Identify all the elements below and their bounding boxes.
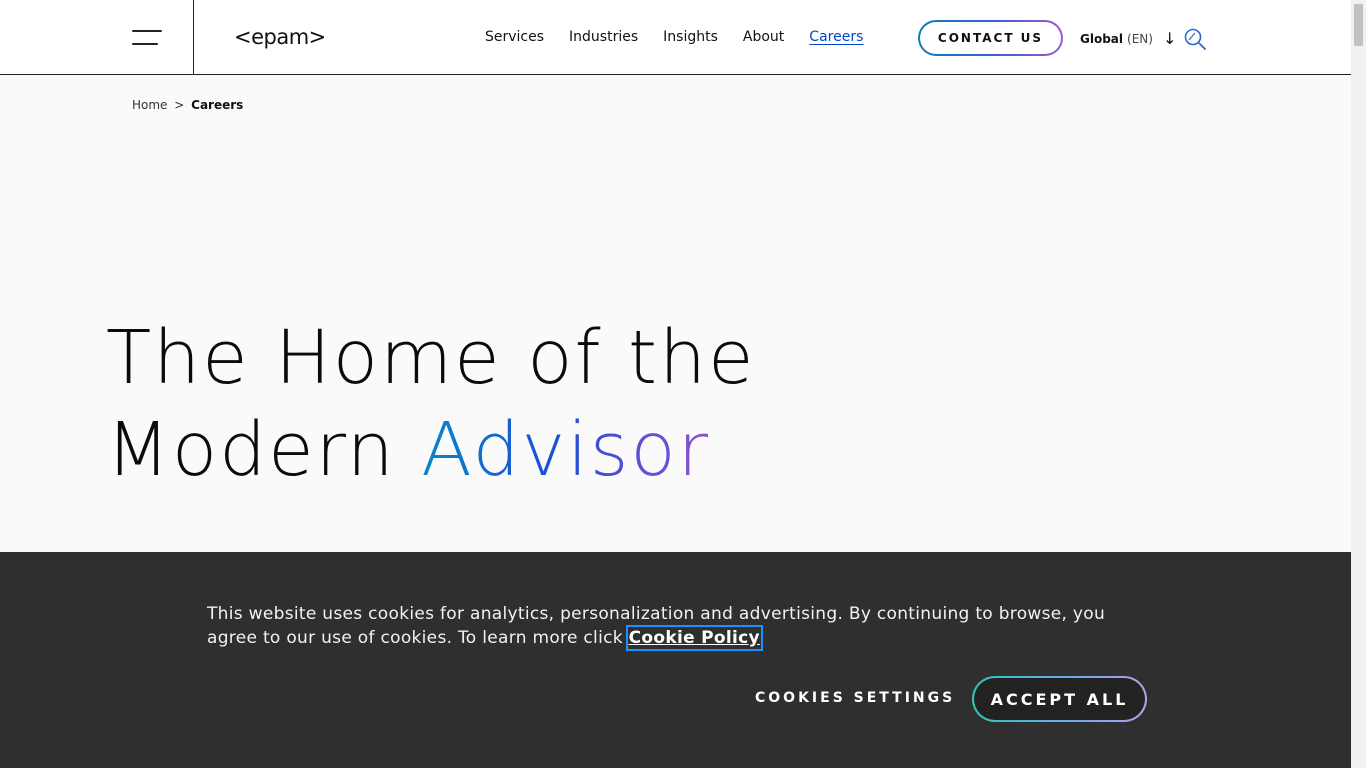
breadcrumb-separator: > bbox=[174, 98, 185, 112]
header-divider bbox=[193, 0, 194, 75]
nav-insights[interactable]: Insights bbox=[663, 27, 718, 47]
language-code: (EN) bbox=[1127, 31, 1153, 46]
menu-icon[interactable] bbox=[132, 30, 162, 46]
hero-line-2: Modern Advisor bbox=[106, 404, 756, 496]
cookie-message: This website uses cookies for analytics,… bbox=[207, 602, 1152, 651]
hero-accent-word: Advisor bbox=[421, 407, 711, 493]
search-icon[interactable] bbox=[1183, 27, 1207, 51]
nav-about[interactable]: About bbox=[743, 27, 784, 47]
arrow-down-icon: ↓ bbox=[1162, 29, 1177, 48]
epam-logo[interactable]: <epam> bbox=[234, 22, 326, 52]
nav-services[interactable]: Services bbox=[485, 27, 544, 47]
contact-us-label: CONTACT US bbox=[920, 22, 1061, 54]
page-scrollbar[interactable] bbox=[1351, 0, 1366, 768]
cookie-banner: This website uses cookies for analytics,… bbox=[0, 552, 1351, 768]
site-header: <epam> Services Industries Insights Abou… bbox=[0, 0, 1351, 75]
hero-line-2-plain: Modern bbox=[106, 407, 422, 493]
language-region: Global bbox=[1080, 31, 1124, 46]
breadcrumb-home[interactable]: Home bbox=[132, 98, 167, 112]
language-selector[interactable]: Global (EN) ↓ bbox=[1080, 29, 1176, 48]
accept-all-button[interactable]: ACCEPT ALL bbox=[972, 676, 1147, 722]
hero-title: The Home of the Modern Advisor bbox=[106, 312, 756, 496]
contact-us-button[interactable]: CONTACT US bbox=[918, 20, 1063, 56]
nav-careers[interactable]: Careers bbox=[809, 27, 863, 47]
accept-all-label: ACCEPT ALL bbox=[974, 678, 1145, 720]
main-nav: Services Industries Insights About Caree… bbox=[485, 27, 888, 47]
hero-line-1: The Home of the bbox=[106, 315, 756, 401]
breadcrumb: Home > Careers bbox=[132, 98, 243, 112]
breadcrumb-current: Careers bbox=[191, 98, 244, 112]
nav-industries[interactable]: Industries bbox=[569, 27, 638, 47]
cookies-settings-button[interactable]: COOKIES SETTINGS bbox=[755, 690, 955, 706]
scrollbar-thumb[interactable] bbox=[1354, 4, 1363, 46]
cookie-policy-link[interactable]: Cookie Policy bbox=[625, 625, 763, 651]
